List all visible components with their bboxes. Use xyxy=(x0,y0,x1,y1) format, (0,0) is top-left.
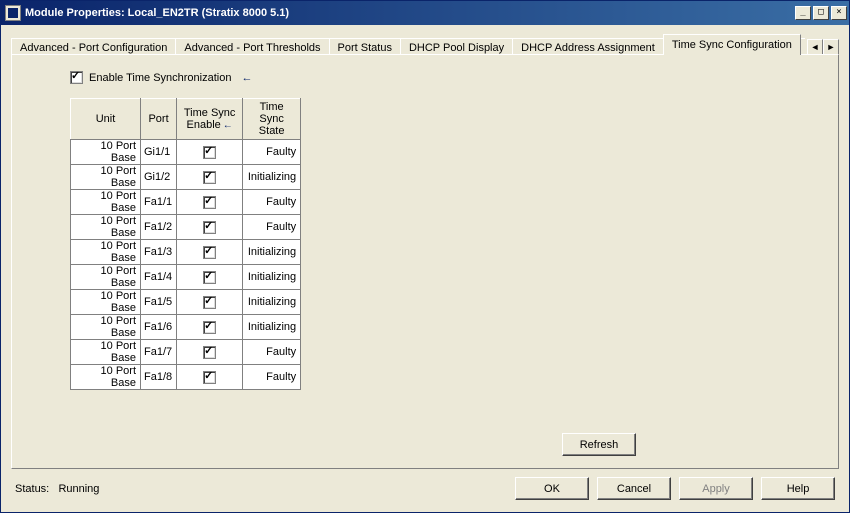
enable-time-sync-checkbox[interactable] xyxy=(70,71,83,84)
cancel-button[interactable]: Cancel xyxy=(597,477,671,500)
table-row: 10 Port BaseGi1/2 Initializing xyxy=(71,165,301,190)
close-button[interactable]: × xyxy=(831,6,847,20)
table-row: 10 Port BaseFa1/1 Faulty xyxy=(71,190,301,215)
cell-port: Gi1/1 xyxy=(141,140,177,165)
col-header-enable[interactable]: Time Sync Enable← xyxy=(177,99,243,140)
help-button[interactable]: Help xyxy=(761,477,835,500)
row-enable-checkbox[interactable] xyxy=(203,221,216,234)
col-header-unit[interactable]: Unit xyxy=(71,99,141,140)
cell-state: Initializing xyxy=(243,290,301,315)
row-enable-checkbox[interactable] xyxy=(203,321,216,334)
cell-state: Initializing xyxy=(243,315,301,340)
cell-port: Fa1/1 xyxy=(141,190,177,215)
cell-unit: 10 Port Base xyxy=(71,290,141,315)
row-enable-checkbox[interactable] xyxy=(203,296,216,309)
cell-port: Fa1/2 xyxy=(141,215,177,240)
table-row: 10 Port BaseFa1/3 Initializing xyxy=(71,240,301,265)
cell-unit: 10 Port Base xyxy=(71,190,141,215)
nav-arrow-icon[interactable]: ← xyxy=(223,120,233,131)
table-row: 10 Port BaseFa1/2 Faulty xyxy=(71,215,301,240)
apply-button[interactable]: Apply xyxy=(679,477,753,500)
cell-enable xyxy=(177,215,243,240)
tab-scroll-right-icon[interactable]: ► xyxy=(823,39,839,55)
cell-enable xyxy=(177,265,243,290)
row-enable-checkbox[interactable] xyxy=(203,371,216,384)
table-row: 10 Port BaseFa1/8 Faulty xyxy=(71,365,301,390)
row-enable-checkbox[interactable] xyxy=(203,271,216,284)
table-row: 10 Port BaseFa1/7 Faulty xyxy=(71,340,301,365)
cell-enable xyxy=(177,165,243,190)
tab-strip: Advanced - Port ConfigurationAdvanced - … xyxy=(11,33,839,55)
cell-state: Initializing xyxy=(243,165,301,190)
row-enable-checkbox[interactable] xyxy=(203,146,216,159)
cell-unit: 10 Port Base xyxy=(71,340,141,365)
table-row: 10 Port BaseFa1/6 Initializing xyxy=(71,315,301,340)
tab-panel-time-sync: Enable Time Synchronization ← Unit Port … xyxy=(11,54,839,469)
cell-unit: 10 Port Base xyxy=(71,140,141,165)
client-area: Advanced - Port ConfigurationAdvanced - … xyxy=(1,25,849,469)
tab-advanced-port-configuration[interactable]: Advanced - Port Configuration xyxy=(11,38,176,55)
cell-port: Fa1/6 xyxy=(141,315,177,340)
dialog-footer: Status: Running OK Cancel Apply Help xyxy=(1,469,849,512)
col-header-state-label: Time Sync State xyxy=(259,101,285,137)
cell-port: Gi1/2 xyxy=(141,165,177,190)
cell-unit: 10 Port Base xyxy=(71,215,141,240)
tab-scroll-left-icon[interactable]: ◄ xyxy=(807,39,823,55)
tab-advanced-port-thresholds[interactable]: Advanced - Port Thresholds xyxy=(175,38,329,55)
ok-button[interactable]: OK xyxy=(515,477,589,500)
col-header-state[interactable]: Time Sync State xyxy=(243,99,301,140)
tab-dhcp-address-assignment[interactable]: DHCP Address Assignment xyxy=(512,38,664,55)
status-bar: Status: Running xyxy=(15,483,505,495)
cell-state: Faulty xyxy=(243,140,301,165)
maximize-button[interactable]: □ xyxy=(813,6,829,20)
status-label: Status: xyxy=(15,483,49,495)
titlebar: Module Properties: Local_EN2TR (Stratix … xyxy=(1,1,849,25)
window-title: Module Properties: Local_EN2TR (Stratix … xyxy=(25,7,289,19)
tab-port-status[interactable]: Port Status xyxy=(329,38,401,55)
cell-port: Fa1/7 xyxy=(141,340,177,365)
cell-enable xyxy=(177,140,243,165)
cell-port: Fa1/4 xyxy=(141,265,177,290)
cell-enable xyxy=(177,340,243,365)
cell-state: Initializing xyxy=(243,265,301,290)
cell-enable xyxy=(177,315,243,340)
cell-unit: 10 Port Base xyxy=(71,315,141,340)
status-value: Running xyxy=(58,483,99,495)
row-enable-checkbox[interactable] xyxy=(203,346,216,359)
cell-enable xyxy=(177,240,243,265)
cell-state: Faulty xyxy=(243,365,301,390)
tab-dhcp-pool-display[interactable]: DHCP Pool Display xyxy=(400,38,513,55)
cell-unit: 10 Port Base xyxy=(71,240,141,265)
row-enable-checkbox[interactable] xyxy=(203,246,216,259)
cell-enable xyxy=(177,190,243,215)
cell-unit: 10 Port Base xyxy=(71,365,141,390)
cell-state: Initializing xyxy=(243,240,301,265)
table-row: 10 Port BaseFa1/4 Initializing xyxy=(71,265,301,290)
cell-unit: 10 Port Base xyxy=(71,265,141,290)
enable-time-sync-label: Enable Time Synchronization xyxy=(89,72,231,84)
cell-unit: 10 Port Base xyxy=(71,165,141,190)
table-row: 10 Port BaseGi1/1 Faulty xyxy=(71,140,301,165)
table-row: 10 Port BaseFa1/5 Initializing xyxy=(71,290,301,315)
cell-state: Faulty xyxy=(243,215,301,240)
col-header-port[interactable]: Port xyxy=(141,99,177,140)
system-menu-icon[interactable] xyxy=(5,5,21,21)
cell-enable xyxy=(177,290,243,315)
window: Module Properties: Local_EN2TR (Stratix … xyxy=(0,0,850,513)
cell-port: Fa1/8 xyxy=(141,365,177,390)
cell-state: Faulty xyxy=(243,190,301,215)
tab-time-sync-configuration[interactable]: Time Sync Configuration xyxy=(663,34,801,55)
cell-port: Fa1/5 xyxy=(141,290,177,315)
tab-scroll: ◄ ► xyxy=(807,39,839,55)
cell-state: Faulty xyxy=(243,340,301,365)
cell-enable xyxy=(177,365,243,390)
row-enable-checkbox[interactable] xyxy=(203,196,216,209)
enable-time-sync-row: Enable Time Synchronization ← xyxy=(70,71,820,84)
nav-arrow-icon[interactable]: ← xyxy=(241,72,252,84)
row-enable-checkbox[interactable] xyxy=(203,171,216,184)
cell-port: Fa1/3 xyxy=(141,240,177,265)
time-sync-table: Unit Port Time Sync Enable← Time Sync St… xyxy=(70,98,301,390)
refresh-button[interactable]: Refresh xyxy=(562,433,636,456)
minimize-button[interactable]: _ xyxy=(795,6,811,20)
